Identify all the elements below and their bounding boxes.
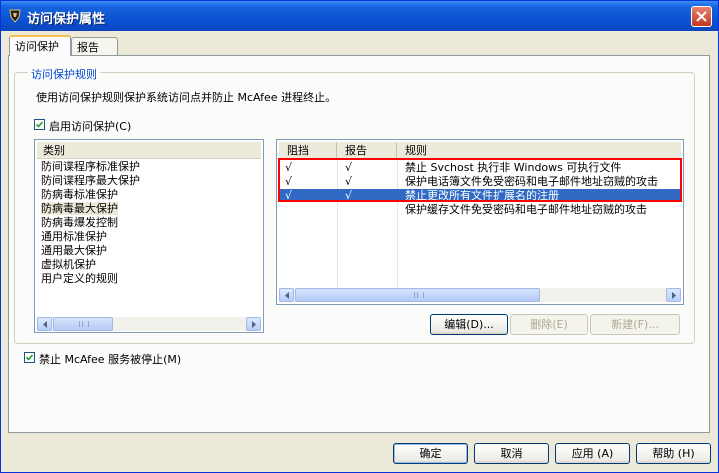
category-list-header[interactable]: 类别	[37, 142, 261, 159]
apply-button[interactable]: 应用 (A)	[555, 443, 630, 464]
scroll-right-button[interactable]	[246, 317, 261, 331]
category-item[interactable]: 防间谍程序最大保护	[41, 174, 140, 187]
title-bar[interactable]: 访问保护属性	[1, 1, 718, 31]
category-list[interactable]: 类别 防间谍程序标准保护 防间谍程序最大保护 防病毒标准保护 防病毒最大保护 防…	[34, 139, 264, 333]
ok-button[interactable]: 确定	[393, 443, 468, 464]
category-item[interactable]: 防病毒爆发控制	[41, 216, 118, 229]
category-item[interactable]: 通用标准保护	[41, 230, 107, 243]
group-legend: 访问保护规则	[28, 66, 100, 82]
column-header-report[interactable]: 报告	[337, 142, 397, 159]
rule-name: 保护缓存文件免受密码和电子邮件地址窃贼的攻击	[405, 203, 647, 216]
category-item[interactable]: 虚拟机保护	[41, 258, 96, 271]
checkmark-icon	[25, 354, 34, 361]
scroll-thumb[interactable]	[53, 317, 113, 331]
enable-access-protection-checkbox[interactable]	[34, 119, 45, 130]
arrow-left-icon	[43, 321, 47, 328]
arrow-right-icon	[252, 321, 256, 328]
close-icon	[696, 11, 707, 22]
column-header-block[interactable]: 阻挡	[279, 142, 337, 159]
prevent-service-stop-label[interactable]: 禁止 McAfee 服务被停止(M)	[39, 351, 181, 367]
arrow-left-icon	[285, 292, 289, 299]
edit-rule-button[interactable]: 编辑(D)...	[430, 314, 508, 335]
rules-hscrollbar[interactable]	[279, 288, 681, 302]
arrow-right-icon	[672, 292, 676, 299]
new-rule-button[interactable]: 新建(F)...	[590, 314, 680, 335]
group-description: 使用访问保护规则保护系统访问点并防止 McAfee 进程终止。	[36, 91, 337, 104]
help-button[interactable]: 帮助 (H)	[636, 443, 711, 464]
category-item-selected[interactable]: 防病毒最大保护	[41, 202, 118, 215]
mcafee-shield-icon	[7, 8, 23, 24]
category-hscrollbar[interactable]	[37, 317, 261, 331]
delete-rule-button[interactable]: 删除(E)	[510, 314, 588, 335]
category-item[interactable]: 防病毒标准保护	[41, 188, 118, 201]
category-item[interactable]: 用户定义的规则	[41, 272, 118, 285]
prevent-service-stop-checkbox[interactable]	[24, 352, 35, 363]
column-header-rule[interactable]: 规则	[397, 142, 681, 159]
window-title: 访问保护属性	[27, 12, 106, 27]
close-button[interactable]	[691, 6, 712, 27]
scroll-right-button[interactable]	[666, 288, 681, 302]
enable-access-protection-label[interactable]: 启用访问保护(C)	[49, 118, 131, 134]
tab-report[interactable]: 报告	[71, 37, 118, 56]
category-item[interactable]: 防间谍程序标准保护	[41, 160, 140, 173]
highlight-annotation-box	[278, 158, 682, 202]
rule-row[interactable]: 保护缓存文件免受密码和电子邮件地址窃贼的攻击	[279, 203, 681, 216]
scroll-left-button[interactable]	[37, 317, 52, 331]
category-item[interactable]: 通用最大保护	[41, 244, 107, 257]
cancel-button[interactable]: 取消	[474, 443, 549, 464]
scroll-left-button[interactable]	[279, 288, 294, 302]
tab-access-protection[interactable]: 访问保护	[9, 35, 71, 56]
scroll-thumb[interactable]	[295, 288, 540, 302]
checkmark-icon	[35, 121, 44, 128]
